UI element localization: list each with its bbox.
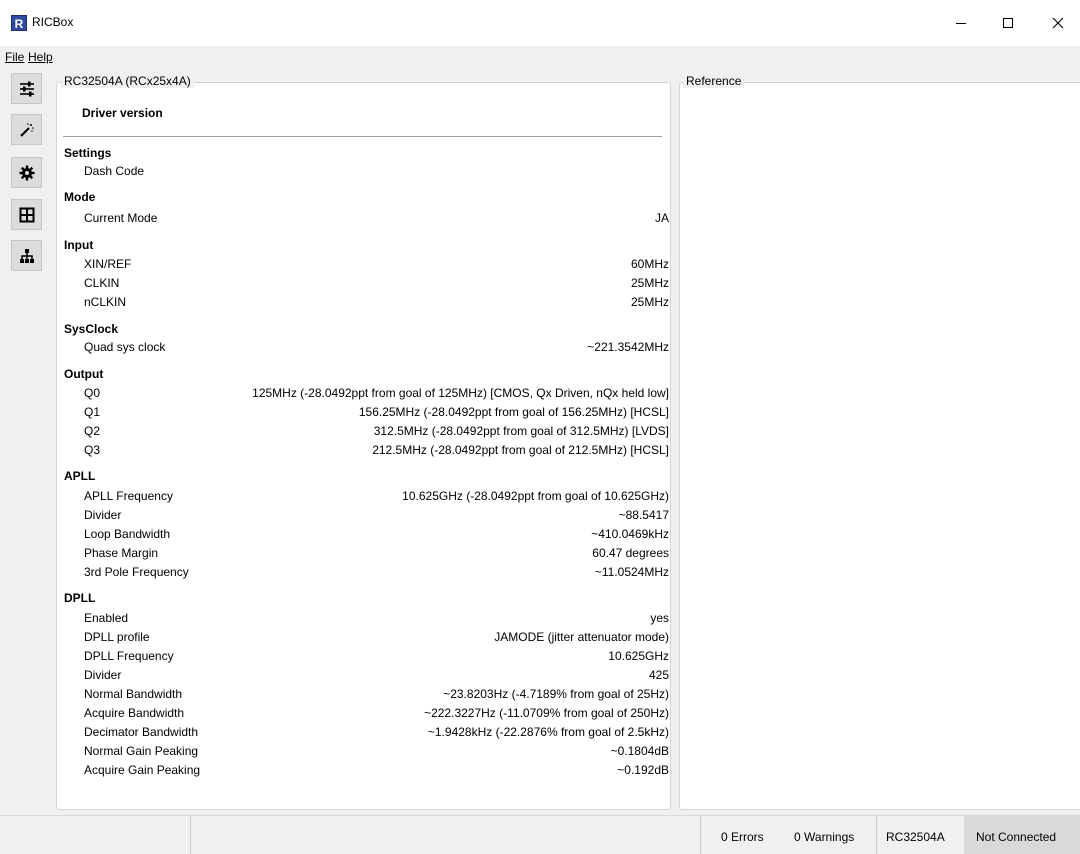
table-view-button[interactable] <box>11 199 42 230</box>
row-value: 156.25MHz (-28.0492ppt from goal of 156.… <box>358 405 669 419</box>
minimize-button[interactable] <box>938 0 984 46</box>
section-apll-title: APLL <box>64 469 96 483</box>
row-value: ~1.9428kHz (-22.2876% from goal of 2.5kH… <box>427 725 669 739</box>
driver-version-title: Driver version <box>82 106 163 120</box>
divider <box>63 136 662 137</box>
row-label: Q1 <box>84 405 101 419</box>
row-label: APLL Frequency <box>84 489 173 503</box>
section-output-title: Output <box>64 367 104 381</box>
menu-help-label: Help <box>28 50 53 64</box>
row-value: 60.47 degrees <box>592 546 669 560</box>
row-value: 125MHz (-28.0492ppt from goal of 125MHz)… <box>252 386 669 400</box>
grid-icon <box>19 207 34 222</box>
row-label: Quad sys clock <box>84 340 166 354</box>
section-dpll-title: DPLL <box>64 591 96 605</box>
reference-panel-caption: Reference <box>683 74 745 88</box>
row-value: ~23.8203Hz (-4.7189% from goal of 25Hz) <box>443 687 669 701</box>
configuration-button[interactable] <box>11 157 42 188</box>
warning-count: 0 Warnings <box>794 830 855 844</box>
row-label: nCLKIN <box>84 295 127 309</box>
row-label: DPLL profile <box>84 630 150 644</box>
row-value: yes <box>650 611 669 625</box>
menu-help[interactable]: Help <box>28 50 53 64</box>
wizard-button[interactable] <box>11 114 42 145</box>
row-label: Q0 <box>84 386 101 400</box>
close-button[interactable] <box>1035 0 1080 46</box>
row-label: DPLL Frequency <box>84 649 174 663</box>
row-label: Divider <box>84 508 122 522</box>
section-mode-title: Mode <box>64 190 96 204</box>
title-bar: R RICBox <box>0 0 1080 46</box>
status-divider <box>190 816 191 854</box>
magic-wand-icon <box>19 122 34 137</box>
row-value: ~88.5417 <box>618 508 669 522</box>
row-value: 10.625GHz (-28.0492ppt from goal of 10.6… <box>402 489 669 503</box>
row-label: Phase Margin <box>84 546 159 560</box>
row-label: 3rd Pole Frequency <box>84 565 189 579</box>
error-count: 0 Errors <box>721 830 764 844</box>
row-label: Q3 <box>84 443 101 457</box>
row-value: ~222.3227Hz (-11.0709% from goal of 250H… <box>424 706 669 720</box>
window-title: RICBox <box>32 15 74 29</box>
row-value: ~11.0524MHz <box>594 565 669 579</box>
status-divider <box>700 816 701 854</box>
minimize-icon <box>956 22 966 24</box>
row-label: Normal Gain Peaking <box>84 744 199 758</box>
row-label: Loop Bandwidth <box>84 527 171 541</box>
section-sysclock-title: SysClock <box>64 322 119 336</box>
row-label: Enabled <box>84 611 129 625</box>
row-value: 425 <box>648 668 669 682</box>
maximize-button[interactable] <box>985 0 1031 46</box>
row-value: ~221.3542MHz <box>587 340 669 354</box>
close-icon <box>1052 17 1064 29</box>
row-value: JAMODE (jitter attenuator mode) <box>494 630 669 644</box>
section-settings-title: Settings <box>64 146 112 160</box>
reference-panel <box>679 82 1080 810</box>
status-divider <box>876 816 877 854</box>
row-label: Normal Bandwidth <box>84 687 183 701</box>
row-label: Q2 <box>84 424 101 438</box>
row-value: 312.5MHz (-28.0492ppt from goal of 312.5… <box>373 424 669 438</box>
settings-sliders-button[interactable] <box>11 73 42 104</box>
row-label: Acquire Gain Peaking <box>84 763 201 777</box>
row-value: ~0.192dB <box>617 763 669 777</box>
connection-status-label: Not Connected <box>976 830 1057 844</box>
row-value: 60MHz <box>630 257 669 271</box>
row-value: 212.5MHz (-28.0492ppt from goal of 212.5… <box>372 443 669 457</box>
row-value: 25MHz <box>630 295 669 309</box>
row-value: JA <box>654 211 669 225</box>
section-input-title: Input <box>64 238 94 252</box>
row-value: 10.625GHz <box>608 649 669 663</box>
gear-icon <box>19 165 34 180</box>
row-label: Acquire Bandwidth <box>84 706 185 720</box>
sliders-icon <box>19 81 34 96</box>
status-bar: 0 Errors 0 Warnings RC32504A Not Connect… <box>0 815 1080 854</box>
menu-bar: File Help <box>0 46 1080 66</box>
row-label: Decimator Bandwidth <box>84 725 199 739</box>
row-label: CLKIN <box>84 276 120 290</box>
topology-button[interactable] <box>11 240 42 271</box>
menu-file[interactable]: File <box>5 50 24 64</box>
connection-status[interactable]: Not Connected <box>964 816 1080 854</box>
row-label: Current Mode <box>84 211 158 225</box>
row-label: Divider <box>84 668 122 682</box>
row-value: ~410.0469kHz <box>591 527 669 541</box>
row-label: XIN/REF <box>84 257 132 271</box>
row-label: Dash Code <box>84 164 145 178</box>
maximize-icon <box>1003 18 1013 28</box>
device-panel-caption: RC32504A (RCx25x4A) <box>61 74 194 88</box>
app-logo-icon: R <box>11 15 27 31</box>
device-name: RC32504A <box>886 830 945 844</box>
menu-file-label: File <box>5 50 25 64</box>
row-value: ~0.1804dB <box>610 744 669 758</box>
row-value: 25MHz <box>630 276 669 290</box>
hierarchy-icon <box>19 248 34 263</box>
